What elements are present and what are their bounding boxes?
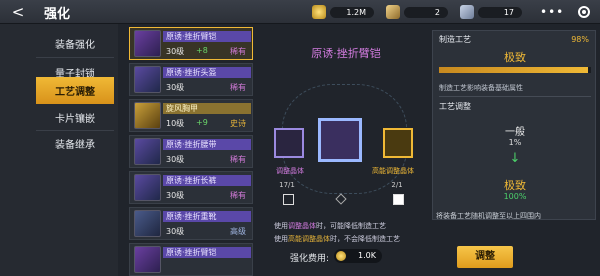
item-rarity: 稀有	[230, 155, 246, 164]
more-icon[interactable]: •••	[540, 5, 564, 19]
sidebar: 装备强化 量子封锁 工艺调整 卡片镶嵌 装备继承	[0, 24, 118, 276]
high-energy-crystal-icon[interactable]	[383, 128, 413, 158]
pants-icon	[134, 174, 161, 201]
tab-card-inlay[interactable]: 卡片镶嵌	[36, 104, 114, 130]
item-level: 30级	[166, 47, 185, 56]
item-rarity: 稀有	[230, 47, 246, 56]
high-energy-crystal-count: 2/1	[391, 181, 403, 189]
selected-item-title: 原诱·挫折臂铠	[311, 47, 381, 60]
crystal-gold-currency[interactable]: 2	[386, 4, 448, 20]
item-name: 原诱·挫折臂铠	[163, 247, 251, 258]
item-level: 30级	[166, 83, 185, 92]
adjust-section-title: 工艺调整	[439, 102, 471, 111]
note-prefix: 使用	[274, 222, 288, 230]
gold-crystal-amount: 2	[404, 6, 448, 18]
cost-label: 强化费用:	[290, 254, 330, 264]
list-item[interactable]: 原诱·挫折长裤 30级 稀有	[129, 171, 253, 204]
craft-description: 制造工艺影响装备基础属性	[439, 84, 523, 92]
craft-section-title: 制造工艺	[439, 35, 471, 44]
silver-crystal-icon	[460, 5, 474, 19]
window-controls: •••	[540, 4, 590, 20]
list-item[interactable]: 原诱·挫折臂铠	[129, 243, 253, 276]
list-item[interactable]: 原诱·挫折重靴 30级 高级	[129, 207, 253, 240]
boots-icon	[134, 210, 161, 237]
coin-icon	[336, 251, 346, 261]
min-grade-percent: 1%	[508, 138, 522, 147]
item-level: 10级	[166, 119, 185, 128]
note-highlight: 调整晶体	[288, 222, 316, 230]
max-grade: 极致	[504, 179, 526, 192]
adjust-crystal-icon[interactable]	[274, 128, 304, 158]
silver-crystal-amount: 17	[478, 6, 522, 18]
craft-percent: 98%	[571, 35, 589, 44]
back-arrow-icon[interactable]: <	[8, 3, 28, 21]
gold-currency[interactable]: 1.2M	[312, 4, 374, 20]
equipment-list[interactable]: 原诱·挫折臂铠 30级 +8 稀有 原诱·挫折头盔 30级 稀有 旋风胸甲 10…	[125, 24, 257, 276]
item-level: 30级	[166, 191, 185, 200]
crystal-silver-currency[interactable]: 17	[460, 4, 522, 20]
tab-craft-adjust[interactable]: 工艺调整	[36, 77, 114, 104]
note-adjust-crystal: 使用调整晶体时，可能降低制造工艺	[274, 221, 386, 231]
item-name: 原诱·挫折腰带	[163, 139, 251, 150]
item-rarity: 高级	[230, 227, 246, 236]
high-energy-crystal-checkbox[interactable]	[393, 194, 404, 205]
adjust-crystal-checkbox[interactable]	[283, 194, 294, 205]
adjust-footnote: 将装备工艺随机调整至以上四围内	[436, 212, 541, 220]
page-title: 强化	[44, 7, 71, 22]
adjust-crystal-count: 17/1	[279, 181, 295, 189]
craft-progress-fill	[439, 67, 588, 73]
note-suffix: 时，不会降低制造工艺	[330, 235, 400, 243]
item-level: 30级	[166, 155, 185, 164]
craft-progress-bar	[439, 67, 591, 73]
adjust-crystal-label: 调整晶体	[276, 167, 304, 175]
item-rarity: 史诗	[230, 119, 246, 128]
tab-equip-enhance[interactable]: 装备强化	[36, 30, 114, 56]
note-suffix: 时，可能降低制造工艺	[316, 222, 386, 230]
armguard-icon	[134, 30, 161, 57]
tab-equip-inherit[interactable]: 装备继承	[36, 130, 114, 156]
high-energy-crystal-label: 高能调整晶体	[372, 167, 414, 175]
divider	[36, 57, 114, 58]
note-prefix: 使用	[274, 235, 288, 243]
item-name: 原诱·挫折长裤	[163, 175, 251, 186]
item-name: 原诱·挫折臂铠	[163, 31, 251, 42]
max-grade-percent: 100%	[503, 192, 527, 201]
craft-adjust-center: 原诱·挫折臂铠 调整晶体 高能调整晶体 17/1 2/1 使用调整晶体时，可能降…	[262, 24, 430, 276]
divider	[439, 96, 591, 97]
item-plus: +9	[196, 118, 208, 127]
chestplate-icon	[134, 102, 161, 129]
armguard-icon	[134, 246, 161, 273]
note-highlight: 高能调整晶体	[288, 235, 330, 243]
item-name: 旋风胸甲	[163, 103, 251, 114]
list-item[interactable]: 原诱·挫折头盔 30级 稀有	[129, 63, 253, 96]
list-item[interactable]: 旋风胸甲 10级 +9 史诗	[129, 99, 253, 132]
adjust-button[interactable]: 调整	[457, 246, 513, 268]
close-mini-icon[interactable]	[578, 6, 590, 18]
list-item[interactable]: 原诱·挫折臂铠 30级 +8 稀有	[129, 27, 253, 60]
item-name: 原诱·挫折重靴	[163, 211, 251, 222]
gold-crystal-icon	[386, 5, 400, 19]
item-name: 原诱·挫折头盔	[163, 67, 251, 78]
item-plus: +8	[196, 46, 208, 55]
item-level: 30级	[166, 227, 185, 236]
item-rarity: 稀有	[230, 83, 246, 92]
arrow-down-icon: ↓	[509, 151, 521, 166]
min-grade: 一般	[505, 127, 525, 138]
belt-icon	[134, 138, 161, 165]
top-bar: < 强化 1.2M 2 17 •••	[0, 0, 600, 24]
current-grade: 极致	[504, 51, 526, 64]
note-high-energy-crystal: 使用高能调整晶体时，不会降低制造工艺	[274, 234, 400, 244]
selected-armguard-icon	[318, 118, 362, 162]
gold-coin-icon	[312, 5, 326, 19]
helmet-icon	[134, 66, 161, 93]
craft-info-panel: 制造工艺 98% 极致 制造工艺影响装备基础属性 工艺调整 一般 1% ↓ 极致…	[432, 30, 596, 220]
item-rarity: 稀有	[230, 191, 246, 200]
gold-amount: 1.2M	[330, 6, 374, 18]
list-item[interactable]: 原诱·挫折腰带 30级 稀有	[129, 135, 253, 168]
diamond-icon	[335, 193, 347, 205]
